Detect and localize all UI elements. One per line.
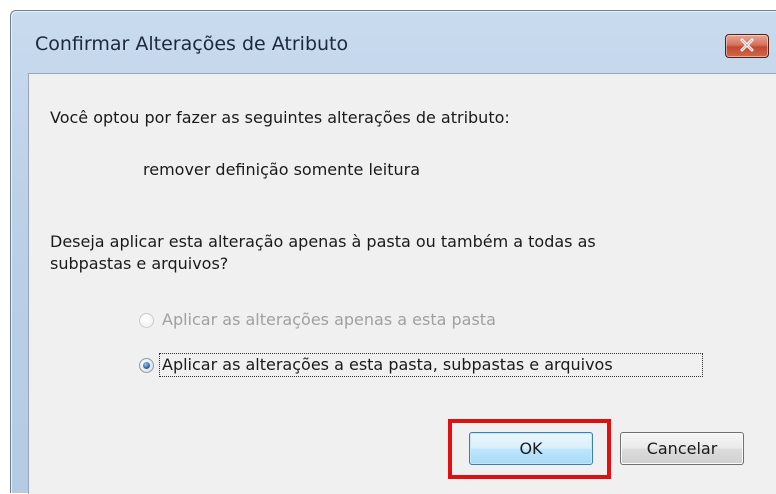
- question-line-2: subpastas e arquivos?: [50, 254, 229, 273]
- ok-button[interactable]: OK: [469, 432, 593, 465]
- radio-folder-subfolders-files[interactable]: [139, 358, 154, 373]
- cancel-button[interactable]: Cancelar: [620, 432, 744, 465]
- change-item-text: remover definição somente leitura: [143, 160, 420, 179]
- radio-folder-subfolders-files-label: Aplicar as alterações a esta pasta, subp…: [162, 355, 613, 374]
- radio-folder-only[interactable]: [139, 313, 154, 328]
- radio-selected-dot: [143, 362, 150, 369]
- question-line-1: Deseja aplicar esta alteração apenas à p…: [50, 232, 596, 251]
- radio-folder-only-label: Aplicar as alterações apenas a esta past…: [162, 310, 496, 329]
- dialog-title: Confirmar Alterações de Atributo: [35, 33, 349, 55]
- dialog-body: Você optou por fazer as seguintes altera…: [28, 73, 776, 494]
- close-button[interactable]: [725, 34, 769, 58]
- title-bar[interactable]: Confirmar Alterações de Atributo: [11, 11, 776, 73]
- dialog-window: Confirmar Alterações de Atributo Você op…: [10, 10, 776, 494]
- close-icon: [739, 37, 755, 56]
- message-text: Você optou por fazer as seguintes altera…: [50, 108, 510, 127]
